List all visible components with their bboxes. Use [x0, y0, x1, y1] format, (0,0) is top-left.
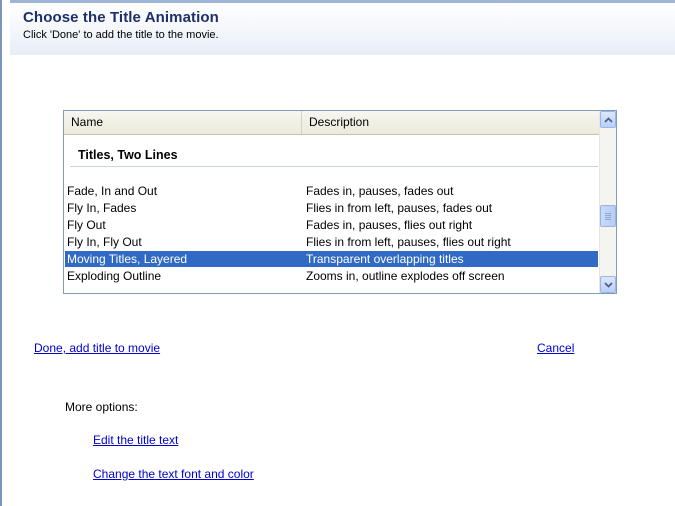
list-item[interactable]: Exploding Outline Zooms in, outline expl… [65, 268, 598, 284]
group-divider [70, 166, 598, 167]
vertical-scrollbar[interactable] [599, 111, 616, 293]
animation-list[interactable]: Name Description Titles, Two Lines Fade,… [63, 110, 617, 294]
done-link[interactable]: Done, add title to movie [34, 341, 160, 355]
thumb-grip-line [605, 219, 611, 220]
item-name: Exploding Outline [67, 269, 162, 283]
change-font-color-link[interactable]: Change the text font and color [93, 467, 254, 481]
item-name: Fly In, Fades [67, 201, 137, 215]
page-subtitle: Click 'Done' to add the title to the mov… [23, 29, 219, 41]
list-item-selected[interactable]: Moving Titles, Layered Transparent overl… [65, 251, 598, 267]
page-title: Choose the Title Animation [23, 9, 219, 26]
item-description: Fades in, pauses, flies out right [306, 218, 473, 232]
edit-title-text-link[interactable]: Edit the title text [93, 433, 178, 447]
list-header: Name Description [64, 111, 600, 135]
cancel-link[interactable]: Cancel [537, 341, 574, 355]
item-name: Fly Out [67, 218, 106, 232]
item-name: Fly In, Fly Out [67, 235, 142, 249]
item-name: Moving Titles, Layered [67, 252, 188, 266]
list-item[interactable]: Fly Out Fades in, pauses, flies out righ… [65, 217, 598, 233]
item-description: Fades in, pauses, fades out [306, 184, 454, 198]
scroll-up-button[interactable] [600, 111, 616, 128]
scroll-thumb[interactable] [600, 205, 616, 227]
item-description: Transparent overlapping titles [306, 252, 464, 266]
task-header: Choose the Title Animation Click 'Done' … [10, 3, 675, 55]
chevron-down-icon [603, 281, 613, 288]
column-header-name[interactable]: Name [64, 111, 302, 134]
item-description: Flies in from left, pauses, fades out [306, 201, 493, 215]
item-description: Flies in from left, pauses, flies out ri… [306, 235, 511, 249]
thumb-grip-line [605, 217, 611, 218]
item-name: Fade, In and Out [67, 184, 158, 198]
thumb-grip-line [605, 215, 611, 216]
scroll-down-button[interactable] [600, 276, 616, 293]
list-item[interactable]: Fade, In and Out Fades in, pauses, fades… [65, 183, 598, 199]
more-options-label: More options: [65, 400, 138, 414]
thumb-grip-line [605, 213, 611, 214]
list-item[interactable]: Fly In, Fades Flies in from left, pauses… [65, 200, 598, 216]
list-item[interactable]: Fly In, Fly Out Flies in from left, paus… [65, 234, 598, 250]
group-title: Titles, Two Lines [78, 148, 178, 162]
column-header-description[interactable]: Description [302, 111, 600, 134]
chevron-up-icon [603, 116, 613, 123]
window-left-border [0, 0, 10, 506]
item-description: Zooms in, outline explodes off screen [306, 269, 505, 283]
